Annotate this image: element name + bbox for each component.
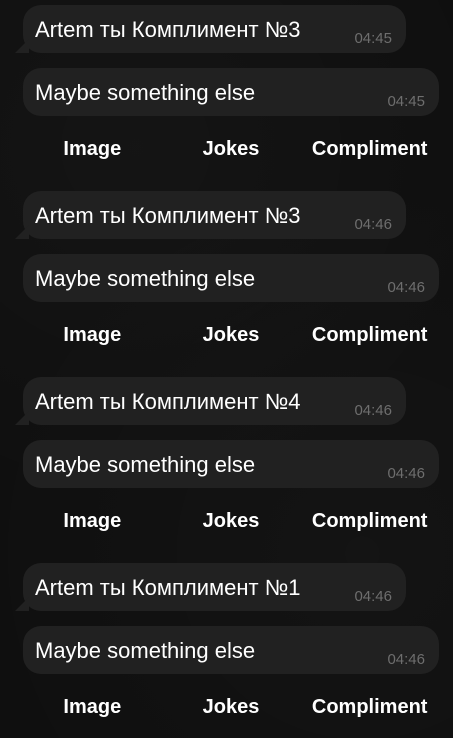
jokes-button[interactable]: Jokes [162,685,301,729]
message-time: 04:46 [354,216,392,233]
message-time: 04:45 [354,30,392,47]
inline-keyboard: Image Jokes Compliment [23,685,439,729]
message-text: Artem ты Комплимент №3 [35,203,301,228]
message-text: Artem ты Комплимент №3 [35,17,301,42]
message-time: 04:46 [387,279,425,296]
message-time: 04:46 [354,402,392,419]
compliment-button[interactable]: Compliment [300,313,439,357]
compliment-button[interactable]: Compliment [300,127,439,171]
followup-message: Maybe something else 04:46 [23,626,439,674]
chat-area: Artem ты Комплимент №3 04:45 Maybe somet… [0,0,453,738]
image-button[interactable]: Image [23,127,162,171]
image-button[interactable]: Image [23,685,162,729]
followup-message: Maybe something else 04:46 [23,440,439,488]
compliment-message: Artem ты Комплимент №3 04:45 [23,5,406,53]
message-text: Maybe something else [35,452,256,477]
jokes-button[interactable]: Jokes [162,499,301,543]
followup-message: Maybe something else 04:45 [23,68,439,116]
message-time: 04:46 [354,588,392,605]
compliment-button[interactable]: Compliment [300,499,439,543]
message-text: Artem ты Комплимент №1 [35,575,301,600]
message-time: 04:45 [387,93,425,110]
compliment-message: Artem ты Комплимент №1 04:46 [23,563,406,611]
compliment-message: Artem ты Комплимент №3 04:46 [23,191,406,239]
message-text: Maybe something else [35,638,256,663]
jokes-button[interactable]: Jokes [162,313,301,357]
image-button[interactable]: Image [23,313,162,357]
image-button[interactable]: Image [23,499,162,543]
compliment-button[interactable]: Compliment [300,685,439,729]
inline-keyboard: Image Jokes Compliment [23,127,439,171]
message-time: 04:46 [387,465,425,482]
compliment-message: Artem ты Комплимент №4 04:46 [23,377,406,425]
jokes-button[interactable]: Jokes [162,127,301,171]
followup-message: Maybe something else 04:46 [23,254,439,302]
message-text: Artem ты Комплимент №4 [35,389,301,414]
inline-keyboard: Image Jokes Compliment [23,313,439,357]
message-time: 04:46 [387,651,425,668]
message-text: Maybe something else [35,266,256,291]
message-text: Maybe something else [35,80,256,105]
inline-keyboard: Image Jokes Compliment [23,499,439,543]
